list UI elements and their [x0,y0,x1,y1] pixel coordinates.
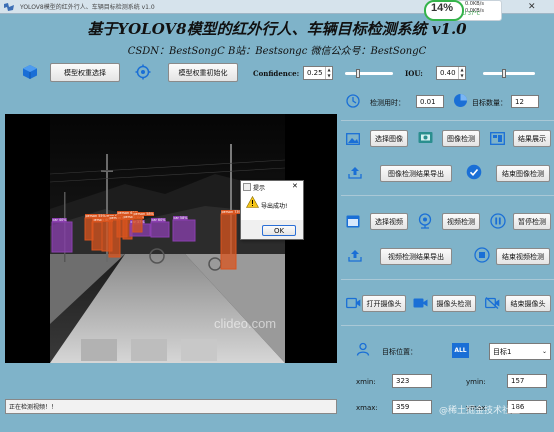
status-bar: 正在检测视频！！ [5,399,337,414]
iou-spinbox[interactable]: 0.40 ▲ ▼ [436,66,466,80]
cube-icon [23,65,37,79]
dialog-ok-button[interactable]: OK [262,225,296,236]
divider [341,120,554,121]
select-weights-button[interactable]: 模型权重选择 [50,63,120,82]
car-detection-box [51,221,73,253]
stop-icon [474,247,490,263]
export-image-button[interactable]: 图像检测结果导出 [380,165,452,182]
person-detection-box [84,217,94,241]
target-select-value: 目标1 [493,347,512,356]
clock-icon [346,94,360,108]
ymin-label: ymin: [466,378,486,386]
export-video-button[interactable]: 视频检测结果导出 [380,248,452,265]
stop-image-button[interactable]: 结束图像检测 [496,165,550,182]
confidence-slider[interactable] [345,69,393,78]
divider [341,279,554,280]
network-upload-rate: 0.0KB/s [465,1,484,7]
video-icon [346,215,360,228]
detect-image-button[interactable]: 图像检测 [442,130,480,147]
target-count-label: 目标数量： [472,99,507,107]
person-detection-box [220,213,237,270]
cpu-percent: 14% [431,2,454,14]
target-position-label: 目标位置： [382,348,417,356]
gear-icon[interactable] [135,64,151,80]
xmax-label: xmax: [356,404,378,412]
xmax-value: 359 [392,400,432,414]
car-detection-box [150,221,170,238]
detect-time-label: 检测用时： [370,99,405,107]
init-weights-button[interactable]: 模型权重初始化 [168,63,238,82]
camera-icon [413,298,428,308]
confidence-label: Confidence: [253,69,300,78]
close-camera-button[interactable]: 结束摄像头 [505,295,551,312]
confidence-spinbox[interactable]: 0.25 ▲ ▼ [303,66,333,80]
car-detection-box [172,219,196,242]
detect-time-value: 0.01 [416,95,444,108]
detect-video-button[interactable]: 视频检测 [442,213,480,230]
target-count-value: 12 [511,95,539,108]
pie-chart-icon [454,94,467,107]
target-select[interactable]: 目标1 ⌄ [489,343,551,360]
app-icon [4,3,14,11]
camera-off-icon [485,297,500,309]
image-icon [346,133,360,145]
page-subtitle: CSDN：BestSongC B站：Bestsongc 微信公众号：BestSo… [127,46,427,57]
check-circle-icon [466,164,482,180]
ymin-value: 157 [507,374,547,388]
select-video-button[interactable]: 选择视频 [370,213,408,230]
xmin-value: 323 [392,374,432,388]
chevron-down-icon: ⌄ [541,348,547,355]
stop-video-button[interactable]: 结束视频检测 [496,248,550,265]
warning-icon [246,196,259,208]
image-detect-icon [418,132,433,143]
show-results-button[interactable]: 结果展示 [513,130,551,147]
iou-label: IOU: [405,69,423,78]
divider [341,195,554,196]
webcam-icon [418,213,432,229]
upload-icon [348,167,362,179]
detection-label: car 58% [174,216,189,220]
all-badge-icon: ALL [452,343,469,358]
person-detection-box [132,215,143,233]
pause-detect-button[interactable]: 暂停检测 [513,213,551,230]
detection-label: car 60% [152,218,167,222]
video-watermark: clideo.com [214,316,277,331]
spin-arrows-icon[interactable]: ▲ ▼ [325,67,332,79]
camera-detect-button[interactable]: 摄像头检测 [432,295,476,312]
xmin-label: xmin: [356,378,376,386]
open-camera-button[interactable]: 打开摄像头 [362,295,406,312]
iou-slider[interactable] [483,69,535,78]
upload-icon [348,250,362,262]
detection-label: person 55% [86,214,107,218]
iou-value: 0.40 [440,69,456,77]
select-image-button[interactable]: 选择图像 [370,130,408,147]
slider-handle[interactable] [356,69,360,78]
person-icon [356,342,370,356]
dialog-title: 提示 [253,185,266,192]
detection-label: person 58% [134,212,155,216]
slider-handle[interactable] [502,69,507,78]
divider [341,325,554,326]
corner-watermark: @稀土掘金技术社区 [439,406,521,416]
window-title: YOLOV8模型的红外行人、车辆目标检测系统 v1.0 [20,4,155,11]
dialog-close-button[interactable]: ✕ [292,182,298,190]
confidence-value: 0.25 [307,69,323,77]
pause-icon [490,213,506,229]
page-title: 基于YOLOV8模型的红外行人、车辆目标检测系统 v1.0 [87,20,467,38]
slideshow-icon [490,132,505,145]
window-close-button[interactable]: ✕ [528,2,536,12]
spin-arrows-icon[interactable]: ▲ ▼ [458,67,465,79]
detection-label: car 40% [53,218,68,222]
dialog-app-icon [243,183,251,191]
camera-icon [346,297,361,309]
dialog-message: 导出成功! [261,203,288,210]
